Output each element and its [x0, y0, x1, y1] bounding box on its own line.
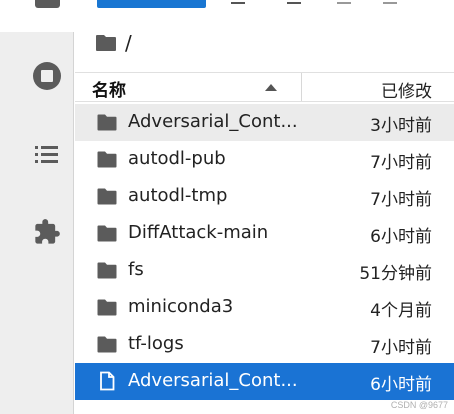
file-name: autodl-pub: [128, 148, 226, 169]
folder-icon: [97, 114, 117, 131]
breadcrumb: /: [95, 30, 132, 56]
table-of-contents-icon: [35, 146, 58, 163]
folder-tab-icon: [35, 0, 60, 8]
file-modified-time: 51分钟前: [359, 264, 432, 284]
refresh-icon[interactable]: [337, 0, 351, 4]
file-name: tf-logs: [128, 333, 184, 354]
git-clone-icon[interactable]: [383, 0, 397, 4]
upload-icon[interactable]: [287, 0, 301, 4]
sidebar-tab-toc[interactable]: [31, 138, 63, 170]
folder-icon: [97, 151, 117, 168]
file-list-row[interactable]: fs 51分钟前: [75, 252, 454, 289]
file-modified-time: 7小时前: [370, 190, 432, 210]
new-folder-icon[interactable]: [231, 0, 245, 4]
sidebar-tab-file-browser[interactable]: [0, 0, 74, 32]
file-list-row[interactable]: miniconda3 4个月前: [75, 289, 454, 326]
extension-puzzle-icon: [35, 219, 60, 244]
file-name: fs: [128, 259, 144, 280]
folder-icon: [97, 225, 117, 242]
new-launcher-button[interactable]: [97, 0, 206, 8]
column-divider[interactable]: [301, 73, 302, 101]
folder-icon: [97, 299, 117, 316]
file-browser-toolbar: [75, 0, 454, 18]
file-list-row[interactable]: autodl-pub 7小时前: [75, 141, 454, 178]
sidebar-tab-running[interactable]: [31, 60, 63, 92]
watermark-text: CSDN @9677: [390, 400, 448, 410]
file-list-row[interactable]: autodl-tmp 7小时前: [75, 178, 454, 215]
folder-icon: [97, 188, 117, 205]
file-name: miniconda3: [128, 296, 234, 317]
file-list-header: 名称 已修改: [75, 72, 454, 102]
file-name: DiffAttack-main: [128, 222, 269, 243]
file-list-row[interactable]: tf-logs 7小时前: [75, 326, 454, 363]
breadcrumb-path[interactable]: /: [125, 31, 132, 55]
file-modified-time: 4个月前: [370, 301, 432, 321]
file-list-row[interactable]: Adversarial_Cont... 6小时前: [75, 363, 454, 400]
column-header-name[interactable]: 名称: [92, 76, 126, 101]
left-activity-bar: [0, 0, 74, 414]
file-icon: [97, 371, 117, 391]
file-modified-time: 7小时前: [370, 153, 432, 173]
file-modified-time: 7小时前: [370, 338, 432, 358]
folder-icon: [97, 262, 117, 279]
file-modified-time: 3小时前: [370, 116, 432, 136]
home-folder-icon[interactable]: [95, 34, 117, 52]
file-name: autodl-tmp: [128, 185, 228, 206]
file-modified-time: 6小时前: [370, 375, 432, 395]
file-modified-time: 6小时前: [370, 227, 432, 247]
file-list: Adversarial_Cont... 3小时前 autodl-pub 7小时前 aut…: [75, 104, 454, 400]
file-list-row[interactable]: DiffAttack-main 6小时前: [75, 215, 454, 252]
file-browser-panel: / 名称 已修改 Adversarial_Cont... 3小时前 autodl-p…: [75, 0, 454, 414]
folder-icon: [97, 336, 117, 353]
sidebar-tab-extensions[interactable]: [31, 216, 63, 248]
file-name: Adversarial_Cont...: [128, 111, 298, 132]
running-stop-icon: [33, 62, 61, 90]
file-name: Adversarial_Cont...: [128, 370, 298, 391]
sort-ascending-icon: [265, 84, 277, 91]
column-header-modified[interactable]: 已修改: [381, 77, 432, 102]
file-list-row[interactable]: Adversarial_Cont... 3小时前: [75, 104, 454, 141]
